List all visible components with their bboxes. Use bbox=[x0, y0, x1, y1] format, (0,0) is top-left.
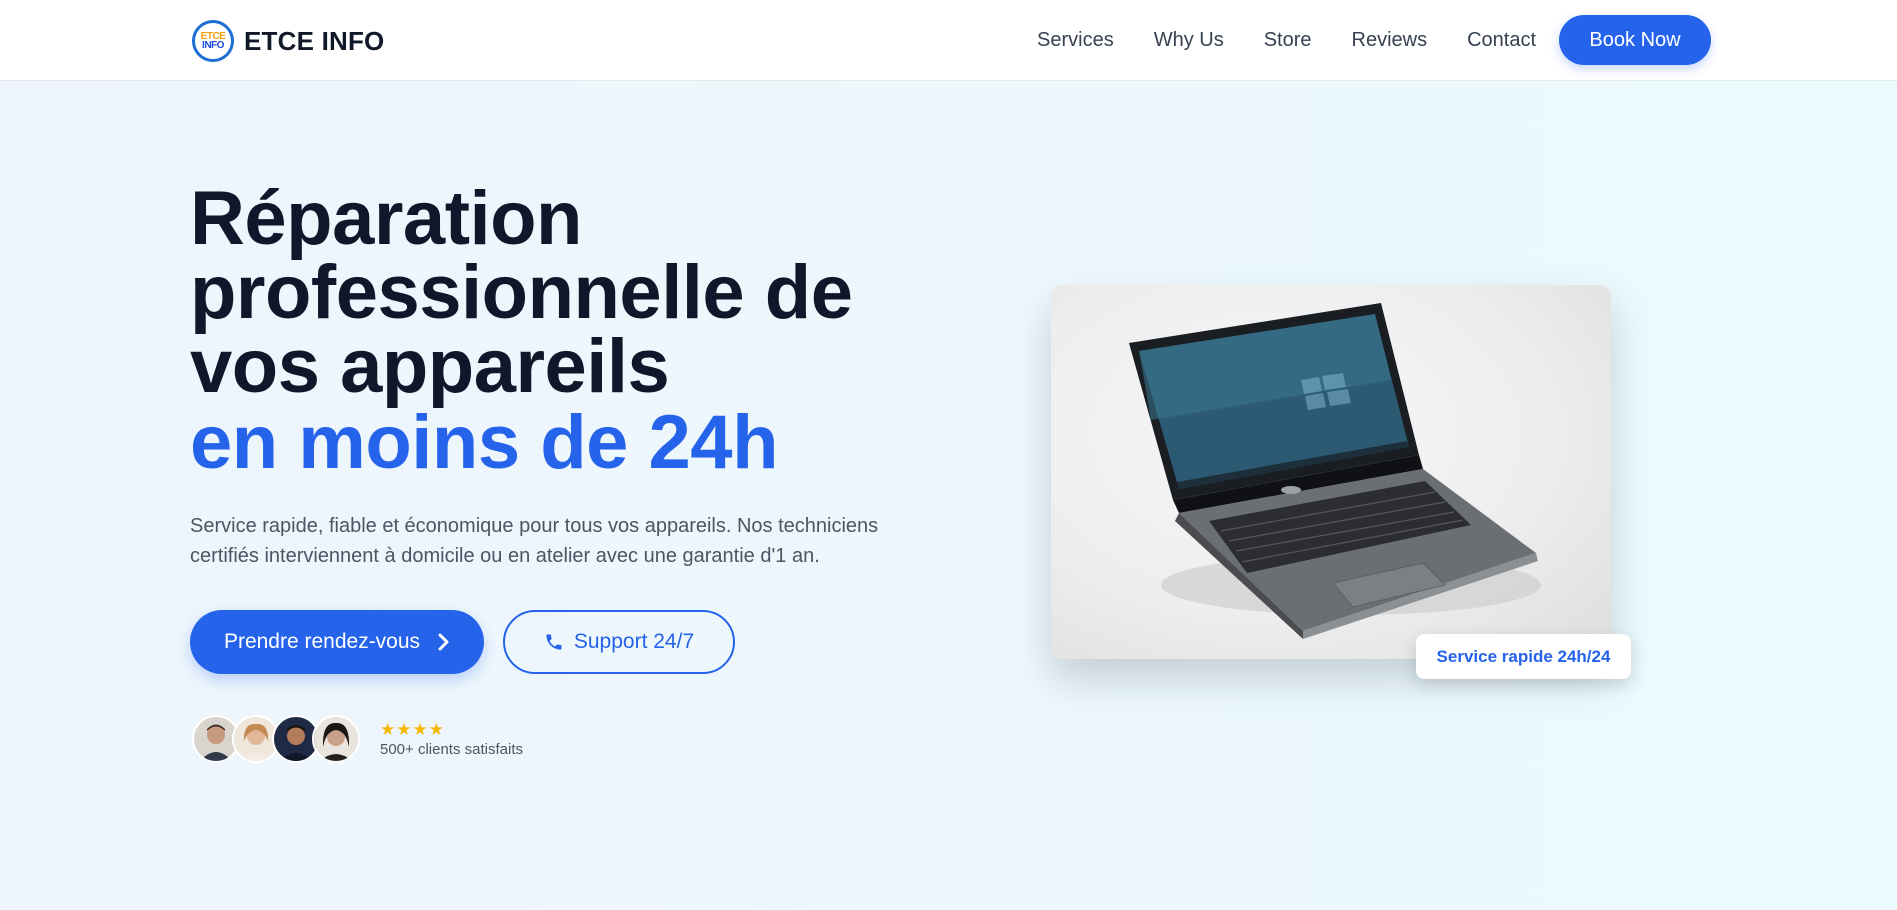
star-icon: ★ bbox=[380, 719, 396, 739]
hero-description: Service rapide, fiable et économique pou… bbox=[190, 515, 879, 567]
star-icon: ★ bbox=[396, 719, 412, 739]
hero-title-line-3: vos appareils bbox=[190, 324, 670, 409]
logo-text-bottom: INFO bbox=[202, 40, 224, 51]
book-appointment-label: Prendre rendez-vous bbox=[223, 630, 421, 653]
satisfied-clients-text: 500+ clients satisfaits bbox=[380, 741, 523, 758]
support-button[interactable]: Support 24/7 bbox=[503, 610, 735, 674]
rating-stars: ★ ★ ★ ★ bbox=[380, 720, 523, 738]
nav-link-why-us[interactable]: Why Us bbox=[1154, 29, 1224, 52]
book-appointment-button[interactable]: Prendre rendez-vous bbox=[190, 610, 484, 674]
hero-title: Réparation professionnelle de vos appare… bbox=[190, 176, 910, 485]
logo-icon: ETCE INFO bbox=[192, 20, 234, 62]
main-nav: Services Why Us Store Reviews Contact bbox=[1037, 0, 1536, 81]
brand-name: ETCE INFO bbox=[244, 25, 385, 56]
brand-logo-link[interactable]: ETCE INFO ETCE INFO bbox=[192, 19, 384, 63]
navbar: ETCE INFO ETCE INFO Services Why Us Stor… bbox=[0, 0, 1897, 81]
nav-link-store[interactable]: Store bbox=[1264, 29, 1312, 52]
laptop-image bbox=[1051, 285, 1611, 659]
rating-summary: ★ ★ ★ ★ 500+ clients satisfaits bbox=[380, 720, 523, 759]
hero-title-line-2: professionnelle de bbox=[190, 250, 853, 335]
nav-link-contact[interactable]: Contact bbox=[1467, 29, 1536, 52]
hero-title-line-1: Réparation bbox=[190, 176, 582, 261]
book-now-button[interactable]: Book Now bbox=[1559, 15, 1711, 65]
support-label: Support 24/7 bbox=[573, 630, 695, 653]
hero-title-accent: en moins de 24h bbox=[190, 400, 779, 485]
avatar bbox=[312, 715, 360, 763]
nav-link-reviews[interactable]: Reviews bbox=[1352, 29, 1428, 52]
star-icon: ★ bbox=[428, 719, 444, 739]
phone-icon bbox=[544, 632, 564, 652]
customer-avatars bbox=[192, 715, 360, 763]
star-icon: ★ bbox=[412, 719, 428, 739]
chevron-right-icon bbox=[438, 633, 450, 651]
fast-service-badge: Service rapide 24h/24 bbox=[1416, 634, 1631, 679]
nav-link-services[interactable]: Services bbox=[1037, 29, 1114, 52]
